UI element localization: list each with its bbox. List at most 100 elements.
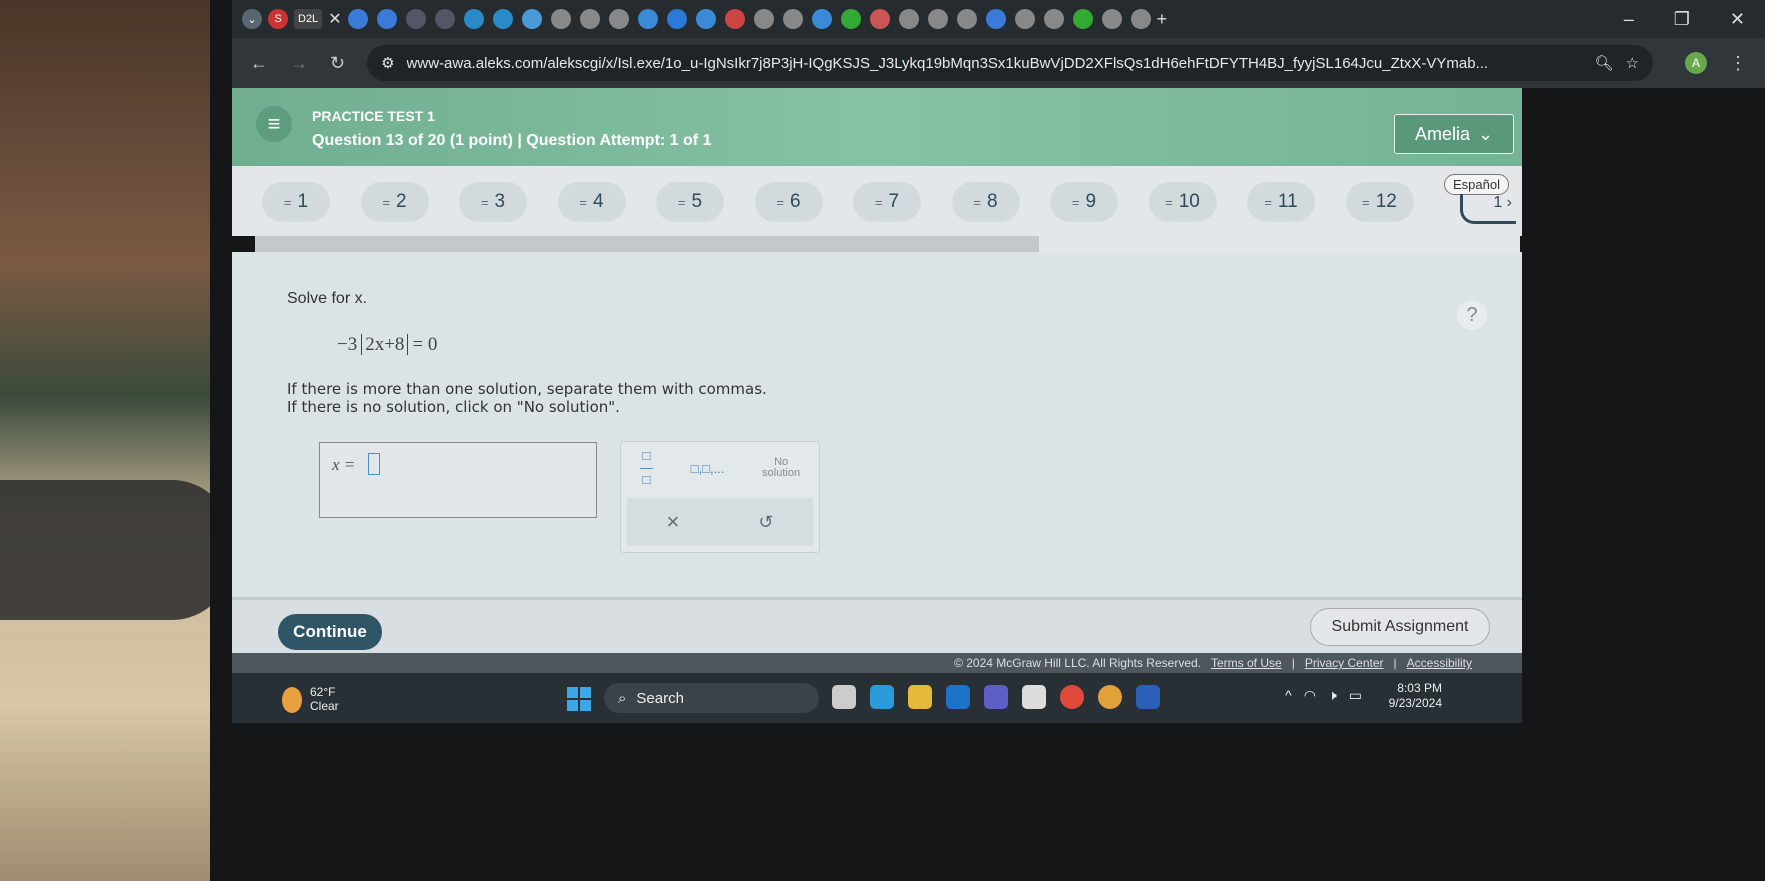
chrome-icon[interactable] bbox=[1060, 685, 1084, 709]
hamburger-menu-icon[interactable]: ≡ bbox=[256, 106, 292, 142]
tab-favicon-icon[interactable] bbox=[695, 9, 716, 29]
tab-favicon-icon[interactable] bbox=[956, 9, 977, 29]
tab-favicon-icon[interactable] bbox=[550, 9, 571, 29]
tab-favicon-icon[interactable] bbox=[434, 9, 455, 29]
url-field[interactable]: ⚙ www-awa.aleks.com/alekscgi/x/Isl.exe/1o… bbox=[367, 45, 1653, 81]
tab-favicon-icon[interactable] bbox=[1072, 9, 1093, 29]
taskbar-search[interactable]: ⌕ Search bbox=[604, 683, 819, 713]
clear-button[interactable]: × bbox=[667, 509, 680, 535]
tab-favicon-icon[interactable] bbox=[1130, 9, 1151, 29]
tab-favicon-icon[interactable] bbox=[608, 9, 629, 29]
weather-widget[interactable]: 62°F Clear bbox=[310, 685, 339, 713]
fraction-button[interactable]: □ — □ bbox=[640, 449, 653, 486]
tab-favicon-icon[interactable] bbox=[666, 9, 687, 29]
tab-favicon-icon[interactable] bbox=[927, 9, 948, 29]
undo-button[interactable]: ↺ bbox=[758, 512, 773, 533]
tab-favicon-icon[interactable] bbox=[579, 9, 600, 29]
tab-favicon-icon[interactable] bbox=[1043, 9, 1064, 29]
question-status-icon: = bbox=[1264, 194, 1272, 210]
question-nav-1[interactable]: = 1 bbox=[262, 182, 330, 222]
tab-favicon-icon[interactable] bbox=[724, 9, 745, 29]
user-name: Amelia bbox=[1414, 123, 1470, 144]
tab-favicon-icon[interactable] bbox=[405, 9, 426, 29]
question-nav-4[interactable]: = 4 bbox=[557, 182, 626, 222]
search-icon: ⌕ bbox=[618, 689, 627, 707]
url-text: www-awa.aleks.com/alekscgi/x/Isl.exe/1o_… bbox=[406, 54, 1489, 72]
question-nav-8[interactable]: = 8 bbox=[951, 182, 1020, 222]
edge-icon[interactable] bbox=[870, 685, 894, 709]
accessibility-link[interactable]: Accessibility bbox=[1407, 656, 1472, 670]
system-tray[interactable]: ^ ◠ 🕨︎ ▭ bbox=[1285, 687, 1362, 704]
question-nav-7[interactable]: = 7 bbox=[853, 182, 921, 222]
tab-favicon-icon[interactable] bbox=[985, 9, 1006, 29]
terms-link[interactable]: Terms of Use bbox=[1211, 656, 1282, 670]
question-nav-5[interactable]: = 5 bbox=[656, 182, 724, 222]
file-explorer-icon[interactable] bbox=[908, 685, 932, 709]
browser-menu-icon[interactable]: ⋮ bbox=[1729, 53, 1747, 74]
question-status-icon: = bbox=[1362, 194, 1370, 210]
user-menu-button[interactable]: Amelia ⌄ bbox=[1394, 114, 1514, 154]
minimize-icon[interactable]: – bbox=[1624, 9, 1634, 30]
question-status-icon: = bbox=[382, 194, 390, 210]
zoom-icon[interactable]: 🔍︎ bbox=[1595, 54, 1614, 72]
tab-list-icon[interactable]: ⌄ bbox=[242, 9, 262, 29]
outlook-icon[interactable] bbox=[946, 685, 970, 709]
back-icon[interactable]: ← bbox=[250, 53, 268, 74]
tab-favicon-icon[interactable] bbox=[869, 9, 890, 29]
submit-assignment-button[interactable]: Submit Assignment bbox=[1310, 608, 1490, 646]
tab-favicon-icon[interactable] bbox=[463, 9, 484, 29]
no-solution-button[interactable]: No solution bbox=[762, 457, 800, 479]
tab-favicon-icon[interactable] bbox=[898, 9, 919, 29]
question-status-icon: = bbox=[874, 194, 883, 210]
continue-button[interactable]: Continue bbox=[278, 614, 382, 650]
tab-favicon-icon[interactable] bbox=[782, 9, 803, 29]
forward-icon[interactable]: → bbox=[290, 53, 308, 74]
profile-avatar[interactable]: A bbox=[1685, 52, 1707, 74]
word-icon[interactable] bbox=[1136, 685, 1160, 709]
question-nav-9[interactable]: = 9 bbox=[1050, 182, 1118, 222]
question-nav-6[interactable]: = 6 bbox=[754, 182, 823, 222]
question-nav-10[interactable]: = 10 bbox=[1148, 182, 1217, 222]
tab-favicon-icon[interactable] bbox=[1014, 9, 1035, 29]
chrome-profile-icon[interactable] bbox=[1098, 685, 1122, 709]
restore-icon[interactable]: ❐ bbox=[1674, 9, 1690, 30]
tab-favicon-icon[interactable] bbox=[811, 9, 832, 29]
privacy-link[interactable]: Privacy Center bbox=[1305, 656, 1384, 670]
site-info-icon[interactable]: ⚙ bbox=[381, 54, 394, 72]
tab-icon[interactable]: S bbox=[268, 9, 288, 29]
bookmark-star-icon[interactable]: ☆ bbox=[1626, 54, 1639, 72]
help-button[interactable]: ? bbox=[1457, 300, 1487, 330]
tab-favicon-icon[interactable] bbox=[376, 9, 397, 29]
language-toggle[interactable]: Español bbox=[1444, 174, 1509, 195]
tab-favicon-icon[interactable] bbox=[1101, 9, 1122, 29]
new-tab-button[interactable]: + bbox=[1157, 9, 1168, 30]
windows-start-icon[interactable] bbox=[567, 687, 591, 711]
address-bar-row: ← → ↻ ⚙ www-awa.aleks.com/alekscgi/x/Isl.… bbox=[232, 38, 1765, 88]
question-area: Solve for x. −3 2x+8 = 0 If there is more … bbox=[232, 252, 1522, 597]
weather-icon bbox=[282, 687, 302, 713]
list-button[interactable]: □,□,... bbox=[691, 461, 725, 476]
question-nav-2[interactable]: = 2 bbox=[360, 182, 429, 222]
task-view-icon[interactable] bbox=[832, 685, 856, 709]
question-nav-12[interactable]: = 12 bbox=[1345, 182, 1414, 222]
tab-favicon-icon[interactable] bbox=[521, 9, 542, 29]
store-icon[interactable] bbox=[1022, 685, 1046, 709]
test-title: PRACTICE TEST 1 bbox=[312, 108, 435, 124]
tab-favicon-icon[interactable] bbox=[347, 9, 368, 29]
more-questions-button[interactable]: 1 › bbox=[1460, 194, 1516, 224]
answer-cursor-box[interactable] bbox=[368, 453, 380, 475]
teams-icon[interactable] bbox=[984, 685, 1008, 709]
tab-favicon-icon[interactable] bbox=[753, 9, 774, 29]
clock[interactable]: 8:03 PM 9/23/2024 bbox=[1389, 681, 1442, 711]
answer-input[interactable]: x = bbox=[319, 442, 597, 518]
tab-favicon-icon[interactable] bbox=[637, 9, 658, 29]
tab-favicon-icon[interactable] bbox=[492, 9, 513, 29]
reload-icon[interactable]: ↻ bbox=[330, 53, 345, 74]
tab-active[interactable]: D2L bbox=[294, 9, 323, 29]
tab-favicon-icon[interactable] bbox=[840, 9, 861, 29]
close-tab-icon[interactable]: ✕ bbox=[328, 9, 341, 29]
close-window-icon[interactable]: ✕ bbox=[1730, 9, 1745, 30]
volume-icon: 🕨︎ bbox=[1327, 687, 1337, 703]
question-nav-3[interactable]: = 3 bbox=[459, 182, 527, 222]
question-nav-11[interactable]: = 11 bbox=[1247, 182, 1315, 222]
